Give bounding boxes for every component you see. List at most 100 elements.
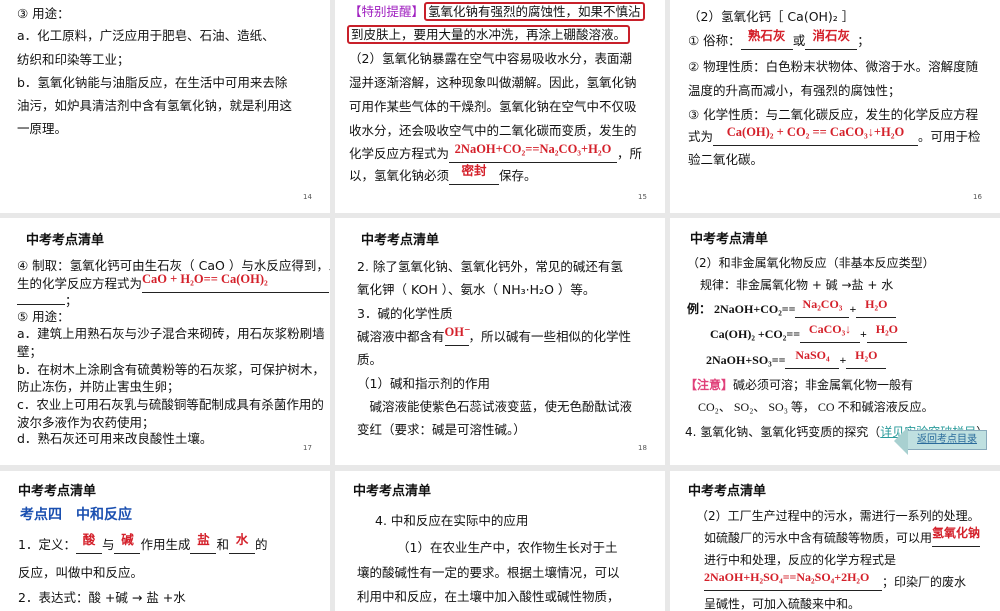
text-line: 壤的酸碱性有一定的要求。根据土壤情况，可以 [357,565,620,580]
answer: H₂O [875,322,899,336]
text-line: ③ 化学性质：与二氧化碳反应，发生的化学反应方程 [688,107,979,122]
text-line: ② 物理性质：白色粉末状物体、微溶于水。溶解度随 [688,59,979,74]
answer-blank: 水 [229,532,255,554]
text: 2NaOH+SO₃== [706,353,786,367]
text-line: （1）碱和指示剂的作用 [357,376,490,391]
example-line: 例： 2NaOH+CO₂== Na₂CO₃ + H₂O [687,297,897,318]
answer: 熟石灰 [747,28,786,43]
definition-line: 1．定义： 酸与碱作用生成盐和水的 [18,532,268,554]
answer-blank: 盐 [190,532,217,554]
text-line: 碱溶液能使紫色石蕊试液变蓝，使无色酚酞试液 [357,399,633,414]
text: + [849,302,857,316]
text: 1．定义： [18,537,76,552]
slide-number: 16 [973,193,982,201]
answer: 氢氧化钠 [932,526,981,540]
answer-blank: 消石灰 [805,28,858,50]
text-line: a．建筑上用熟石灰与沙子混合来砌砖，用石灰浆粉刷墙 [17,326,325,341]
equation-line: 化学反应方程式为 2NaOH+CO₂==Na₂CO₃+H₂O ，所 [349,142,642,163]
text-line: 一原理。 [17,121,68,136]
slide-thumbnail-19[interactable]: 中考考点清单 （2）和非金属氧化物反应（非基本反应类型） 规律：非金属氧化物 +… [670,218,1000,465]
text-line: 纺织和印染等工业； [17,52,130,67]
return-to-index-button[interactable]: 返回考点目录 [894,427,987,455]
slide-thumbnail-21[interactable]: 中考考点清单 4. 中和反应在实际中的应用 （1）在农业生产中，农作物生长对于土… [335,471,665,611]
text-line: 2. 除了氢氧化钠、氢氧化钙外，常见的碱还有氢 [357,259,623,274]
answer-blank: H₂O [846,348,887,369]
slide-number: 18 [638,444,647,452]
answer-blank: 碱 [114,532,141,554]
tip-line: 到皮肤上，要用大量的水冲洗，再涂上硼酸溶液。 [347,25,631,44]
answer: 2NaOH+CO₂==Na₂CO₃+H₂O [454,142,612,156]
slide-thumbnail-16[interactable]: （2）氢氧化钙［ Ca(OH)₂ ］ ① 俗称： 熟石灰或消石灰 ； ② 物理性质：… [670,0,1000,213]
answer: OH⁻ [444,325,471,339]
answer: CaCO₃↓ [808,322,852,336]
text-line: 反应，叫做中和反应。 [18,565,144,580]
tip-text: 到皮肤上，要用大量的水冲洗，再涂上硼酸溶液。 [347,25,631,44]
text: 。可用于检 [918,129,981,144]
text: + [860,327,867,341]
section-title: （2）氢氧化钙［ Ca(OH)₂ ］ [688,9,855,24]
text-line: 氧化钾（ KOH ）、氨水（ NH₃·H₂O ）等。 [357,282,596,297]
answer: 密封 [461,163,487,178]
text-line: 波尔多液作为农药使用； [17,415,155,430]
slide-thumbnail-18[interactable]: 中考考点清单 2. 除了氢氧化钠、氢氧化钙外，常见的碱还有氢 氧化钾（ KOH … [335,218,665,465]
equation-line: 2NaOH+H₂SO₄==Na₂SO₄+2H₂O ；印染厂的废水 [704,570,967,591]
text: 的 [255,537,268,552]
answer: NaSO₄ [795,348,830,362]
slide-number: 17 [303,444,312,452]
answer-blank: Na₂CO₃ [795,297,850,318]
text: ① 俗称： [688,33,741,48]
answer-blank: CaO + H₂O== Ca(OH)₂ [142,272,330,293]
text: 与 [101,537,115,552]
text: 碱溶液中都含有 [357,329,445,344]
text-line: ③ 用途： [17,6,70,21]
text-line: ⑤ 用途： [17,309,70,324]
slide-number: 15 [638,193,647,201]
text-line: 2．表达式：酸 +碱 → 盐 +水 [18,590,186,605]
tip-text: 氢氧化钠有强烈的腐蚀性，如果不慎沾 [424,2,645,21]
answer-blank: 密封 [449,163,500,185]
text: 和 [216,537,229,552]
text: 作用生成 [140,537,191,552]
text-line: a．化工原料，广泛应用于肥皂、石油、造纸、 [17,28,275,43]
slide-thumbnail-22[interactable]: 中考考点清单 （2）工厂生产过程中的污水，需进行一系列的处理。 如硫酸厂的污水中… [670,471,1000,611]
answer-blank: H₂O [866,322,907,343]
text-line: 验二氧化碳。 [688,152,764,167]
text-line: 油污，如炉具清洁剂中含有氢氧化钠，就是利用这 [17,98,293,113]
text-line: 壁； [17,344,43,359]
text-line: （2）氢氧化钠暴露在空气中容易吸收水分，表面潮 [349,51,632,66]
slide-thumbnail-17[interactable]: 中考考点清单 ④ 制取：氢氧化钙可由生石灰（ CaO ）与水反应得到，发 生的化… [0,218,330,465]
text: ； [65,293,78,308]
equation-line: 生的化学反应方程式为CaO + H₂O== Ca(OH)₂ [17,272,330,293]
answer-blank: OH⁻ [444,325,471,346]
text-line: （2）和非金属氧化物反应（非基本反应类型） [687,256,935,270]
slide-header: 中考考点清单 [690,232,769,247]
text-line: 温度的升高而减小，有强烈的腐蚀性； [688,83,901,98]
text-line: 收水分，还会吸收空气中的二氧化碳而变质，发生的 [349,123,637,138]
text-line: （2）工厂生产过程中的污水，需进行一系列的处理。 [696,509,980,523]
text-line: 呈碱性，可加入硫酸来中和。 [704,597,861,611]
note-line: CO₂、 SO₂、 SO₃ 等， CO 不和碱溶液反应。 [698,400,934,414]
answer: Ca(OH)₂ + CO₂ == CaCO₃↓+H₂O [726,125,905,139]
text: 生的化学反应方程式为 [17,276,143,291]
answer-blank: 氢氧化钠 [932,526,980,547]
text: 保存。 [499,168,537,183]
text-line: 变红（要求：碱是可溶性碱。） [357,422,526,437]
slide-thumbnail-14[interactable]: ③ 用途： a．化工原料，广泛应用于肥皂、石油、造纸、 纺织和印染等工业； b．… [0,0,330,213]
text: + [839,353,847,367]
text-line: 以，氢氧化钠必须 密封 保存。 [349,163,537,185]
answer-blank: 酸 [75,532,102,554]
answer-blank: H₂O [856,297,897,318]
slide-thumbnail-15[interactable]: 【特别提醒】 氢氧化钠有强烈的腐蚀性，如果不慎沾 到皮肤上，要用大量的水冲洗，再涂… [335,0,665,213]
example-line: 2NaOH+SO₃== NaSO₄ + H₂O [706,348,887,369]
text: ；印染厂的废水 [882,575,967,589]
answer: 酸 [82,532,96,547]
text: 例： [687,302,712,316]
text: Ca(OH)₂ +CO₂== [710,327,801,341]
slide-thumbnail-20[interactable]: 中考考点清单 考点四 中和反应 1．定义： 酸与碱作用生成盐和水的 反应，叫做中和… [0,471,330,611]
equation-line: 式为 Ca(OH)₂ + CO₂ == CaCO₃↓+H₂O 。可用于检 [688,125,981,146]
answer-blank: 熟石灰 [740,28,793,50]
text-line: 质。 [357,352,383,367]
tip-line: 【特别提醒】 氢氧化钠有强烈的腐蚀性，如果不慎沾 [349,2,645,21]
answer-blank [17,304,65,305]
answer-blank: CaCO₃↓ [800,322,861,343]
